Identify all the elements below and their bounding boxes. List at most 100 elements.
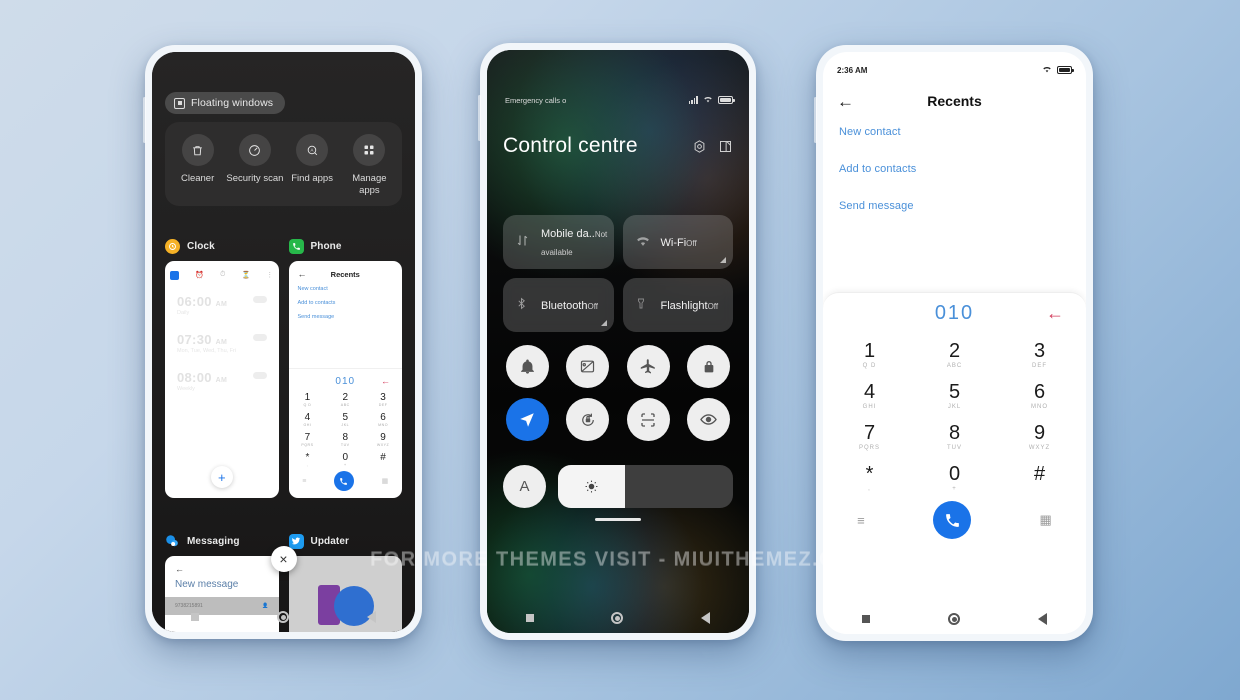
alarm-toggle[interactable] [252, 296, 267, 303]
mini-link-send-message[interactable]: Send message [298, 314, 394, 320]
toggle-scanner[interactable] [626, 398, 670, 441]
keypad-icon[interactable]: ▦ [1039, 512, 1051, 528]
toggle-location[interactable] [505, 398, 549, 441]
back-arrow-icon[interactable]: ← [837, 93, 854, 110]
quick-action-cleaner[interactable]: Cleaner [169, 134, 226, 196]
key-7[interactable]: 7 PQRS [827, 415, 912, 456]
toggle-airplane-mode[interactable] [626, 345, 670, 388]
key-8[interactable]: 8 TUV [326, 429, 364, 449]
alarm-tab[interactable] [170, 271, 180, 280]
home-nav[interactable] [611, 612, 624, 624]
key-0[interactable]: 0 + [326, 449, 364, 469]
edit-icon[interactable] [718, 139, 733, 154]
home-nav[interactable] [948, 613, 960, 625]
quick-action-find-apps[interactable]: A Find apps [284, 134, 341, 196]
carrier-label: Emergency calls o [505, 95, 567, 105]
key-#[interactable]: # [364, 449, 402, 469]
link-add-to-contacts[interactable]: Add to contacts [839, 163, 1070, 175]
quick-action-manage-apps[interactable]: Manage apps [341, 134, 398, 196]
key-8[interactable]: 8 TUV [912, 415, 997, 456]
close-card-button[interactable]: × [270, 546, 297, 572]
toggle-auto-rotate[interactable] [566, 398, 610, 441]
rotation-lock-icon [579, 411, 597, 429]
recents-nav[interactable] [525, 614, 534, 622]
key-3[interactable]: 3 DEF [364, 389, 402, 409]
key-#[interactable]: # [997, 456, 1082, 497]
key-2[interactable]: 2 ABC [326, 389, 364, 409]
key-digit: 8 [948, 422, 961, 444]
contact-action-links: New contact Add to contacts Send message [839, 126, 1070, 237]
key-6[interactable]: 6 MNO [997, 374, 1082, 415]
add-alarm-button[interactable]: + [210, 466, 233, 488]
call-button[interactable] [933, 501, 972, 539]
alarm-toggle[interactable] [252, 372, 267, 379]
tile-flashlight[interactable]: FlashlightOff [622, 278, 733, 332]
timer-tab[interactable]: ⏳ [241, 271, 250, 280]
key-5[interactable]: 5 JKL [912, 374, 997, 415]
backspace-icon[interactable]: ← [381, 376, 390, 386]
key-5[interactable]: 5 JKL [326, 409, 364, 429]
link-send-message[interactable]: Send message [839, 200, 1070, 212]
key-1[interactable]: 1Q D [289, 389, 327, 409]
status-bar-right: 2:36 AM [837, 65, 1074, 75]
recents-card-phone[interactable]: Phone ← Recents New contact Add to conta… [288, 236, 402, 498]
backspace-icon[interactable]: ← [1046, 304, 1064, 322]
mini-link-add-to-contacts[interactable]: Add to contacts [298, 300, 394, 306]
alarm-item[interactable]: 06:00 AM Daily [165, 280, 279, 316]
alarm-toggle[interactable] [252, 334, 267, 341]
tile-bluetooth[interactable]: BluetoothOff [503, 278, 614, 332]
dialer-preview-card[interactable]: ← Recents New contact Add to contacts Se… [288, 261, 402, 498]
tile-wi-fi[interactable]: Wi-FiOff [622, 215, 733, 269]
keypad-icon[interactable]: ▦ [382, 477, 389, 485]
key-0[interactable]: 0 + [912, 456, 997, 497]
mini-link-new-contact[interactable]: New contact [298, 286, 394, 292]
more-tab[interactable]: ⋮ [266, 271, 273, 280]
key-6[interactable]: 6 MNO [364, 409, 402, 429]
key-digit: 1 [863, 340, 876, 362]
back-nav[interactable] [1038, 613, 1047, 625]
back-nav[interactable] [367, 611, 376, 623]
alarm-item[interactable]: 08:00 AM Weekly [165, 354, 279, 392]
toggle-screenshot[interactable] [566, 345, 610, 388]
recents-nav[interactable] [862, 615, 870, 623]
link-new-contact[interactable]: New contact [839, 126, 1070, 138]
clock-preview-card[interactable]: ⏰ ⏱ ⏳ ⋮ 06:00 AM Daily 07:30 AM Mon, Tue… [165, 261, 279, 498]
recents-card-clock[interactable]: Clock ⏰ ⏱ ⏳ ⋮ 06:00 AM Daily 07:30 AM Mo… [165, 236, 279, 498]
tile-expand-corner[interactable] [720, 257, 726, 263]
menu-icon[interactable]: ≡ [302, 478, 306, 485]
key-4[interactable]: 4 GHI [289, 409, 327, 429]
call-button[interactable] [333, 471, 354, 491]
floating-windows-button[interactable]: Floating windows [165, 92, 286, 114]
back-nav[interactable] [701, 612, 711, 624]
toggle-reading-mode[interactable] [687, 398, 731, 441]
back-arrow-icon[interactable]: ← [298, 269, 307, 279]
alarm-item[interactable]: 07:30 AM Mon, Tue, Wed, Thu, Fri [165, 316, 279, 354]
toggle-lock[interactable] [687, 345, 731, 388]
world-clock-tab[interactable]: ⏰ [195, 271, 204, 280]
key-3[interactable]: 3 DEF [997, 333, 1082, 374]
stopwatch-tab[interactable]: ⏱ [220, 271, 225, 280]
key-digit: 7 [304, 432, 311, 443]
toggle-silent[interactable] [505, 345, 549, 388]
menu-icon[interactable]: ≡ [857, 513, 865, 528]
tile-expand-corner[interactable] [600, 320, 607, 326]
key-1[interactable]: 1Q D [827, 333, 912, 374]
settings-gear-icon[interactable] [692, 139, 707, 154]
home-nav[interactable] [277, 611, 289, 623]
key-9[interactable]: 9 WXYZ [997, 415, 1082, 456]
tile-mobile-da[interactable]: Mobile da..Not available [503, 215, 614, 269]
key-*[interactable]: *, [827, 456, 912, 497]
status-bar-mid: Emergency calls o [505, 95, 735, 105]
key-2[interactable]: 2 ABC [912, 333, 997, 374]
drag-handle[interactable] [595, 518, 641, 521]
key-*[interactable]: *, [289, 449, 327, 469]
back-arrow-icon[interactable]: ← [165, 556, 279, 574]
recents-nav[interactable] [191, 613, 199, 621]
quick-action-security-scan[interactable]: Security scan [226, 134, 283, 196]
key-9[interactable]: 9 WXYZ [364, 429, 402, 449]
key-letters: WXYZ [1028, 445, 1051, 451]
key-7[interactable]: 7 PQRS [289, 429, 327, 449]
brightness-slider[interactable] [558, 465, 733, 508]
auto-brightness-button[interactable]: A [503, 465, 546, 508]
key-4[interactable]: 4 GHI [827, 374, 912, 415]
